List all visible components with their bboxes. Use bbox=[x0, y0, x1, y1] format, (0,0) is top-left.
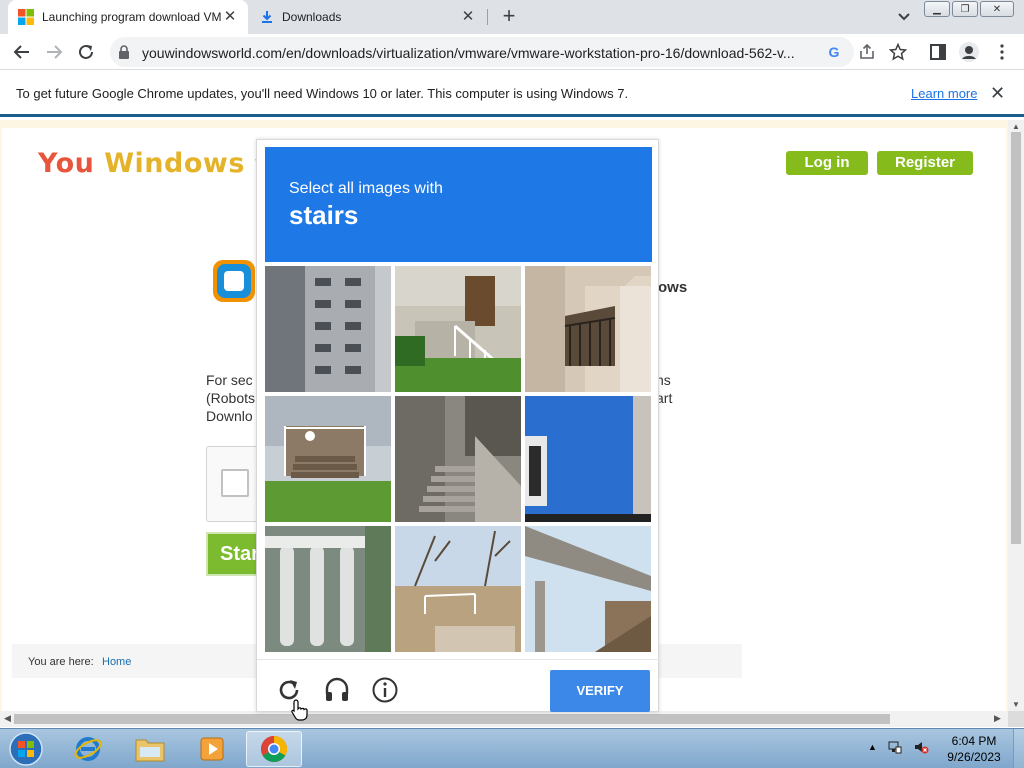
logo-windows: Windows bbox=[104, 148, 245, 179]
horizontal-scroll-thumb[interactable] bbox=[14, 714, 890, 724]
vertical-scrollbar[interactable]: ▲ ▼ bbox=[1008, 120, 1024, 711]
menu-button[interactable] bbox=[988, 38, 1016, 66]
network-icon[interactable] bbox=[887, 739, 903, 755]
url-text[interactable]: youwindowsworld.com/en/downloads/virtual… bbox=[142, 45, 822, 61]
breadcrumb-home-link[interactable]: Home bbox=[102, 656, 131, 668]
window-controls: ▁ ❐ ✕ bbox=[924, 1, 1014, 17]
profile-button[interactable] bbox=[955, 38, 983, 66]
side-panel-icon bbox=[930, 44, 946, 60]
back-arrow-icon bbox=[13, 45, 29, 59]
image-tile-house-steps[interactable] bbox=[395, 266, 521, 392]
image-tile-porch[interactable] bbox=[265, 396, 391, 522]
site-logo[interactable]: You Windows W bbox=[38, 148, 275, 179]
show-desktop-button[interactable] bbox=[1013, 729, 1024, 768]
address-bar[interactable]: youwindowsworld.com/en/downloads/virtual… bbox=[110, 37, 874, 67]
update-infobar: To get future Google Chrome updates, you… bbox=[0, 71, 1024, 117]
show-hidden-icons-icon[interactable]: ▲ bbox=[868, 742, 877, 752]
image-tile-balusters[interactable] bbox=[265, 526, 391, 652]
challenge-footer-divider bbox=[257, 659, 660, 660]
mouse-pointer-icon bbox=[291, 699, 308, 721]
restore-button[interactable]: ❐ bbox=[952, 1, 978, 17]
bookmark-button[interactable] bbox=[884, 38, 912, 66]
taskbar-clock[interactable]: 6:04 PM 9/26/2023 bbox=[944, 733, 1004, 765]
star-icon bbox=[889, 43, 907, 61]
vmware-product-icon bbox=[213, 260, 255, 302]
register-button[interactable]: Register bbox=[877, 151, 973, 175]
taskbar-media-player[interactable] bbox=[184, 731, 240, 767]
windows-taskbar: ▲ 6:04 PM 9/26/2023 bbox=[0, 728, 1024, 768]
close-tab-icon[interactable]: ✕ bbox=[460, 9, 476, 25]
lock-icon[interactable] bbox=[118, 45, 130, 59]
new-tab-button[interactable]: + bbox=[498, 5, 520, 28]
volume-muted-icon[interactable] bbox=[913, 739, 929, 755]
close-window-button[interactable]: ✕ bbox=[980, 1, 1014, 17]
image-tile-park-steps[interactable] bbox=[395, 526, 521, 652]
verify-button[interactable]: VERIFY bbox=[550, 670, 650, 712]
taskbar-chrome[interactable] bbox=[246, 731, 302, 767]
text-line: (Robots bbox=[206, 390, 256, 406]
clock-date: 9/26/2023 bbox=[947, 750, 1001, 764]
scroll-down-icon[interactable]: ▼ bbox=[1012, 700, 1020, 709]
tab-title: Downloads bbox=[282, 10, 342, 24]
text-line: For sec bbox=[206, 372, 253, 388]
tab-downloads[interactable]: Downloads ✕ bbox=[250, 0, 486, 34]
scrollbar-corner bbox=[1008, 711, 1024, 727]
challenge-prompt: Select all images with bbox=[289, 180, 443, 197]
info-icon[interactable] bbox=[371, 676, 399, 704]
product-title-fragment: ows bbox=[658, 279, 688, 296]
learn-more-link[interactable]: Learn more bbox=[911, 86, 977, 101]
close-infobar-icon[interactable]: ✕ bbox=[990, 83, 1005, 104]
logo-you: You bbox=[38, 148, 95, 179]
description-text-left: For sec (Robots Downlo bbox=[206, 371, 255, 425]
image-tile-balcony[interactable] bbox=[525, 266, 651, 392]
login-button[interactable]: Log in bbox=[786, 151, 868, 175]
google-translate-icon[interactable]: G bbox=[825, 43, 843, 61]
minimize-button[interactable]: ▁ bbox=[924, 1, 950, 17]
breadcrumb-label: You are here: bbox=[28, 656, 94, 668]
taskbar-file-explorer[interactable] bbox=[122, 731, 178, 767]
image-tile-blue-wall[interactable] bbox=[525, 396, 651, 522]
folder-icon bbox=[135, 739, 165, 762]
side-panel-button[interactable] bbox=[924, 38, 952, 66]
vertical-scroll-thumb[interactable] bbox=[1011, 132, 1021, 544]
system-tray: ▲ bbox=[868, 739, 929, 755]
horizontal-scrollbar[interactable]: ◀ ▶ bbox=[0, 711, 1008, 727]
image-tile-concrete-stairs[interactable] bbox=[395, 396, 521, 522]
forward-button[interactable] bbox=[40, 38, 68, 66]
profile-avatar-icon bbox=[959, 42, 979, 62]
browser-toolbar: youwindowsworld.com/en/downloads/virtual… bbox=[0, 34, 1024, 70]
share-icon[interactable] bbox=[858, 43, 876, 61]
reload-button[interactable] bbox=[72, 38, 100, 66]
internet-explorer-icon bbox=[74, 737, 102, 761]
text-line: Downlo bbox=[206, 408, 253, 424]
tab-search-chevron-icon[interactable] bbox=[894, 8, 914, 26]
captcha-challenge-dialog: Select all images with stairs VERIFY bbox=[256, 139, 660, 712]
taskbar-internet-explorer[interactable] bbox=[60, 731, 116, 767]
tab-title: Launching program download VM bbox=[42, 10, 222, 24]
image-tile-building[interactable] bbox=[265, 266, 391, 392]
tab-strip: Launching program download VM ✕ Download… bbox=[0, 0, 1024, 34]
tab-active[interactable]: Launching program download VM ✕ bbox=[8, 0, 248, 34]
media-player-icon bbox=[200, 737, 224, 761]
captcha-checkbox[interactable] bbox=[221, 469, 249, 497]
tab-separator bbox=[487, 9, 488, 25]
challenge-banner: Select all images with stairs bbox=[265, 147, 652, 262]
windows-favicon-icon bbox=[18, 9, 34, 25]
chrome-icon bbox=[260, 735, 288, 763]
audio-challenge-icon[interactable] bbox=[323, 676, 351, 704]
download-icon bbox=[262, 11, 272, 23]
challenge-target: stairs bbox=[289, 200, 359, 230]
image-tile-bridge[interactable] bbox=[525, 526, 651, 652]
kebab-menu-icon bbox=[1000, 44, 1004, 60]
back-button[interactable] bbox=[8, 38, 36, 66]
clock-time: 6:04 PM bbox=[951, 734, 997, 748]
forward-arrow-icon bbox=[47, 45, 63, 59]
scroll-up-icon[interactable]: ▲ bbox=[1012, 122, 1020, 131]
reload-icon bbox=[79, 44, 93, 59]
start-button-icon[interactable] bbox=[7, 731, 45, 767]
close-tab-icon[interactable]: ✕ bbox=[222, 9, 238, 25]
scroll-left-icon[interactable]: ◀ bbox=[4, 713, 11, 724]
infobar-message: To get future Google Chrome updates, you… bbox=[16, 86, 629, 101]
scroll-right-icon[interactable]: ▶ bbox=[994, 713, 1001, 724]
